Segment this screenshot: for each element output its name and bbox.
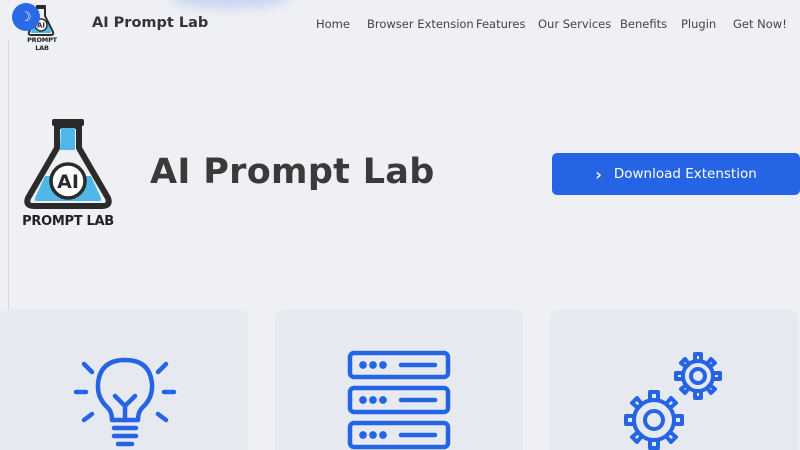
gears-icon [624, 352, 722, 450]
feature-card-ideas[interactable] [0, 310, 248, 450]
download-extension-button[interactable]: › Download Extenstion [552, 153, 800, 195]
feature-card-servers[interactable] [275, 310, 523, 450]
chevron-right-icon: › [595, 164, 602, 184]
hero-logo-subtext: PROMPT LAB [22, 214, 114, 229]
nav-plugin[interactable]: Plugin [681, 17, 716, 31]
nav-logo-subtext: PROMPT LAB [27, 36, 57, 52]
feature-card-services[interactable] [550, 310, 798, 450]
server-icon [347, 350, 451, 450]
left-divider-line [8, 40, 9, 310]
nav-get-now[interactable]: Get Now! [733, 17, 787, 31]
flask-logo-icon: AI [24, 119, 112, 209]
nav-features[interactable]: Features [476, 17, 525, 31]
nav-browser-extension[interactable]: Browser Extension [367, 17, 474, 31]
nav-home[interactable]: Home [316, 17, 350, 31]
hero-title: AI Prompt Lab [150, 152, 435, 192]
hero-logo: AI PROMPT LAB [22, 118, 114, 230]
download-extension-label: Download Extenstion [613, 166, 757, 182]
site-header: AI PROMPT LAB ☽ AI Prompt Lab Home Brows… [0, 0, 800, 52]
nav-benefits[interactable]: Benefits [620, 17, 667, 31]
lightbulb-icon [73, 357, 177, 447]
nav-our-services[interactable]: Our Services [538, 17, 611, 31]
hero-logo-text: AI [57, 171, 79, 193]
main-nav: Home Browser Extension Features Our Serv… [0, 17, 800, 33]
